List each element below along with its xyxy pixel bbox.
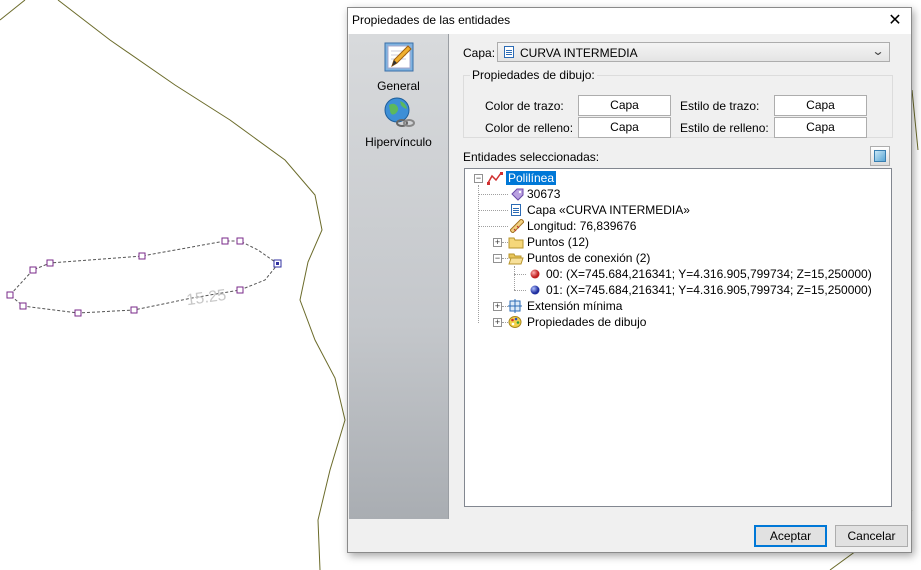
vertex-grips[interactable] bbox=[6, 237, 282, 317]
extent-icon bbox=[508, 299, 522, 313]
expand-icon[interactable]: + bbox=[493, 238, 502, 247]
layer-select-value: CURVA INTERMEDIA bbox=[520, 46, 638, 60]
contour-line bbox=[57, 0, 346, 570]
stroke-color-label: Color de trazo: bbox=[485, 99, 564, 113]
sidebar-item-hyperlink[interactable]: Hipervínculo bbox=[349, 96, 448, 149]
entity-properties-dialog: Propiedades de las entidades ✕ General H… bbox=[347, 7, 912, 553]
contour-line bbox=[911, 89, 919, 151]
fill-color-button[interactable]: Capa bbox=[578, 117, 671, 138]
zoom-to-selection-button[interactable] bbox=[870, 146, 890, 166]
layer-document-icon bbox=[511, 204, 521, 216]
fill-style-label: Estilo de relleno: bbox=[680, 121, 769, 135]
chevron-down-icon: ⌄ bbox=[871, 44, 885, 58]
sidebar-item-label: General bbox=[377, 79, 420, 93]
layer-document-icon bbox=[504, 46, 514, 58]
tree-node-label: Polilínea bbox=[506, 171, 557, 185]
selected-polyline[interactable] bbox=[9, 240, 279, 314]
fill-color-label: Color de relleno: bbox=[485, 121, 574, 135]
tree-node-connection-0[interactable]: 00: (X=745.684,216341; Y=4.316.905,79973… bbox=[546, 266, 872, 282]
tag-icon bbox=[510, 187, 524, 201]
tree-node-layer[interactable]: Capa «CURVA INTERMEDIA» bbox=[527, 202, 690, 218]
stroke-style-button[interactable]: Capa bbox=[774, 95, 867, 116]
contour-label: 15.25 bbox=[185, 287, 227, 309]
expand-icon[interactable]: + bbox=[493, 302, 502, 311]
tree-node-id[interactable]: 30673 bbox=[527, 186, 560, 202]
blue-dot-icon bbox=[528, 283, 542, 297]
tree-node-length[interactable]: Longitud: 76,839676 bbox=[527, 218, 636, 234]
red-dot-icon bbox=[528, 267, 542, 281]
collapse-icon[interactable]: − bbox=[474, 174, 483, 183]
tree-node-points[interactable]: Puntos (12) bbox=[527, 234, 589, 250]
layer-select[interactable]: CURVA INTERMEDIA ⌄ bbox=[497, 42, 890, 62]
globe-link-icon bbox=[382, 96, 416, 130]
expand-icon[interactable]: + bbox=[493, 318, 502, 327]
folder-open-icon bbox=[508, 251, 524, 265]
title-bar[interactable]: Propiedades de las entidades ✕ bbox=[348, 8, 911, 34]
polyline-icon bbox=[487, 171, 503, 185]
close-icon[interactable]: ✕ bbox=[885, 11, 905, 31]
dialog-title: Propiedades de las entidades bbox=[352, 13, 511, 27]
accept-button[interactable]: Aceptar bbox=[754, 525, 827, 547]
tree-node-connection-1[interactable]: 01: (X=745.684,216341; Y=4.316.905,79973… bbox=[546, 282, 872, 298]
drawing-properties-group: Propiedades de dibujo: Color de trazo: C… bbox=[463, 68, 893, 138]
sidebar: General Hipervínculo bbox=[349, 34, 449, 519]
sidebar-item-general[interactable]: General bbox=[349, 40, 448, 93]
fill-style-button[interactable]: Capa bbox=[774, 117, 867, 138]
layer-label: Capa: bbox=[463, 46, 496, 60]
contour-line bbox=[0, 0, 26, 21]
tree-node-connection-points[interactable]: Puntos de conexión (2) bbox=[527, 250, 650, 266]
folder-icon bbox=[508, 235, 524, 249]
pencil-document-icon bbox=[382, 40, 416, 74]
tree-node-extent[interactable]: Extensión mínima bbox=[527, 298, 622, 314]
stroke-style-label: Estilo de trazo: bbox=[680, 99, 760, 113]
entities-tree[interactable]: − Polilínea 30673 Capa «CURVA INTERMEDIA… bbox=[464, 168, 892, 507]
cancel-button[interactable]: Cancelar bbox=[835, 525, 908, 547]
drawing-properties-legend: Propiedades de dibujo: bbox=[470, 68, 597, 82]
stroke-color-button[interactable]: Capa bbox=[578, 95, 671, 116]
tree-node-drawing-properties[interactable]: Propiedades de dibujo bbox=[527, 314, 646, 330]
ruler-icon bbox=[509, 218, 525, 234]
sidebar-item-label: Hipervínculo bbox=[365, 135, 432, 149]
selected-entities-label: Entidades seleccionadas: bbox=[463, 150, 600, 164]
palette-icon bbox=[508, 315, 522, 329]
collapse-icon[interactable]: − bbox=[493, 254, 502, 263]
tree-node-polyline[interactable]: Polilínea bbox=[506, 170, 557, 186]
cube-icon bbox=[874, 150, 886, 162]
